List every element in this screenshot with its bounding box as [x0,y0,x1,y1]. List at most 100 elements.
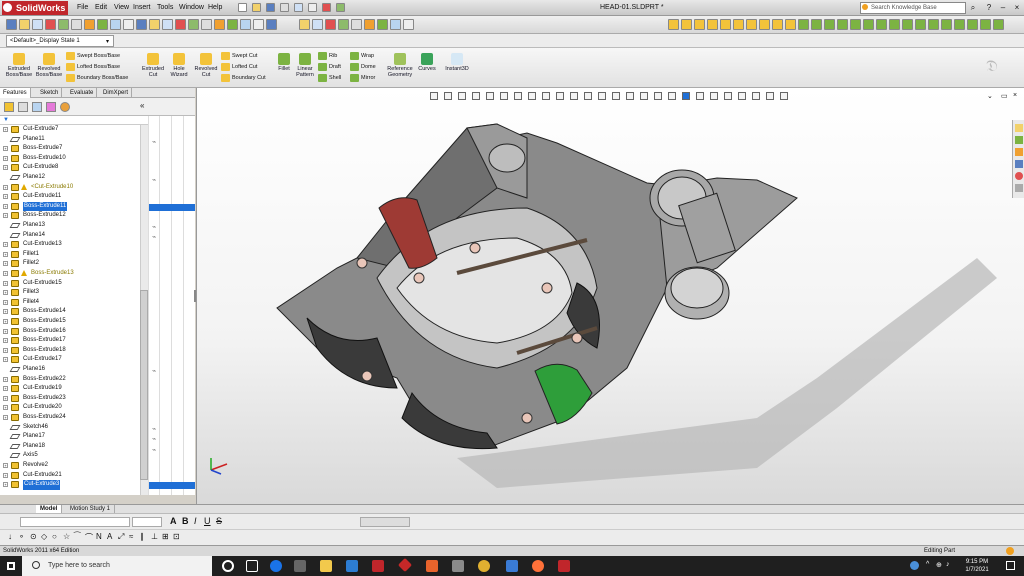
fillet-button[interactable]: Fillet [274,53,294,72]
collapse-panel-icon[interactable]: « [140,101,144,110]
expand-icon[interactable]: + [3,319,8,324]
expand-icon[interactable]: + [3,271,8,276]
revolved-cut-button[interactable]: Revolved Cut [192,53,220,78]
toolbar-tool-icon[interactable] [71,19,82,30]
menu-edit[interactable]: Edit [92,2,110,14]
view-tool-icon[interactable] [542,92,550,100]
expand-icon[interactable]: + [3,338,8,344]
tree-item[interactable]: + Fillet3 [0,288,148,298]
feature-tool-icon[interactable] [876,19,887,30]
toolbar-tool-icon[interactable] [32,19,43,30]
tree-item[interactable]: + Fillet2 [0,259,148,269]
toolbar-tool-icon[interactable] [214,19,225,30]
tree-item[interactable]: + Boss-Extrude11 [0,201,148,212]
feature-tool-icon[interactable] [733,19,744,30]
viewport-min-icon[interactable]: ⌄ [987,92,993,100]
tree-item[interactable]: + Boss-Extrude18 [0,346,148,356]
expand-icon[interactable]: + [3,146,8,152]
expand-icon[interactable]: + [3,184,8,190]
expand-icon[interactable]: + [3,242,8,248]
task-view-icon[interactable] [246,560,258,572]
view-palette-icon[interactable] [1015,160,1023,168]
view-tool-icon[interactable] [430,92,438,100]
feature-tool-icon[interactable] [889,19,900,30]
sketch-tool-icon[interactable]: ⊥ [151,532,158,541]
tree-item[interactable]: + Cut-Extrude20 [0,403,148,413]
solidworks-taskbar-icon[interactable] [372,560,384,572]
toolbar-tool-icon[interactable] [364,19,375,30]
view-tool-icon[interactable] [514,92,522,100]
expand-icon[interactable]: + [3,347,8,353]
network-icon[interactable]: ⊕ [936,561,942,569]
view-tool-icon[interactable] [752,92,760,100]
edge-icon[interactable] [270,560,282,572]
select-arrow-icon[interactable] [308,3,317,12]
tree-item[interactable]: + Cut-Extrude11 [0,192,148,202]
media-icon[interactable] [294,560,306,572]
mirror-button[interactable]: Mirror [350,73,376,84]
firefox-icon[interactable] [532,560,544,572]
appearances-icon[interactable] [1015,172,1023,180]
rebuild-icon[interactable] [322,3,331,12]
feature-tool-icon[interactable] [980,19,991,30]
view-tool-icon[interactable] [528,92,536,100]
toolbar-tool-icon[interactable] [325,19,336,30]
feature-tool-icon[interactable] [785,19,796,30]
tree-item[interactable]: + Cut-Extrude19 [0,384,148,394]
display-manager-icon[interactable] [60,102,70,112]
curves-button[interactable]: Curves [416,53,438,72]
tree-item[interactable]: Sketch46 [0,423,148,433]
tab-features[interactable]: Features [0,88,31,98]
feature-tool-icon[interactable] [759,19,770,30]
feature-tool-icon[interactable] [746,19,757,30]
sketch-tool-icon[interactable]: ○ [52,532,57,541]
toolbar-tool-icon[interactable] [84,19,95,30]
menu-help[interactable]: Help [205,2,225,14]
feature-tool-icon[interactable] [694,19,705,30]
cortana-icon[interactable] [222,560,234,572]
tree-item[interactable]: + Cut-Extrude13 [0,240,148,250]
tab-dimxpert[interactable]: DimXpert [100,88,133,98]
tree-item[interactable]: Axis5 [0,451,148,461]
view-tool-icon[interactable] [570,92,578,100]
status-help-icon[interactable] [1006,547,1014,555]
tree-scrollbar-thumb[interactable] [140,290,148,480]
tree-item[interactable]: + Cut-Extrude3 [0,480,148,490]
help-tray-icon[interactable] [910,561,919,570]
expand-icon[interactable]: + [3,290,8,296]
tree-item[interactable]: + Boss-Extrude24 [0,413,148,423]
italic-icon[interactable]: I [194,516,197,526]
font-size-select[interactable] [132,517,162,527]
search-input[interactable]: Search Knowledge Base [860,2,966,14]
rib-button[interactable]: Rib [318,51,341,62]
underline-icon[interactable]: U [204,516,211,526]
sketch-tool-icon[interactable]: ↓ [8,532,12,541]
linear-pattern-button[interactable]: Linear Pattern [294,53,316,78]
feature-tool-icon[interactable] [681,19,692,30]
feature-tool-icon[interactable] [993,19,1004,30]
app-icon[interactable] [478,560,490,572]
tree-item[interactable]: Plane14 [0,231,148,241]
feature-tool-icon[interactable] [798,19,809,30]
view-tool-icon[interactable] [584,92,592,100]
expand-icon[interactable]: + [3,386,8,392]
menu-insert[interactable]: Insert [130,2,154,14]
app-icon[interactable] [426,560,438,572]
view-tool-icon[interactable] [500,92,508,100]
bold-b-icon[interactable]: B [182,516,189,526]
tree-item[interactable]: Plane16 [0,365,148,375]
toolbar-tool-icon[interactable] [253,19,264,30]
sketch-tool-icon[interactable]: ⊙ [30,532,37,541]
menu-file[interactable]: File [74,2,91,14]
boundary-boss-button[interactable]: Boundary Boss/Base [66,73,128,84]
sketch-tool-icon[interactable]: ≈ [129,532,133,541]
tree-item[interactable]: Plane13 [0,221,148,231]
tab-evaluate[interactable]: Evaluate [67,88,98,98]
view-tool-icon[interactable] [724,92,732,100]
undo-icon[interactable] [294,3,303,12]
sketch-tool-icon[interactable]: ⊡ [173,532,180,541]
feature-tool-icon[interactable] [954,19,965,30]
taskbar-search-input[interactable]: Type here to search [22,556,212,576]
instant3d-button[interactable]: Instant3D [442,53,472,72]
taskbar-clock[interactable]: 9:15 PM 1/7/2021 [955,558,999,574]
